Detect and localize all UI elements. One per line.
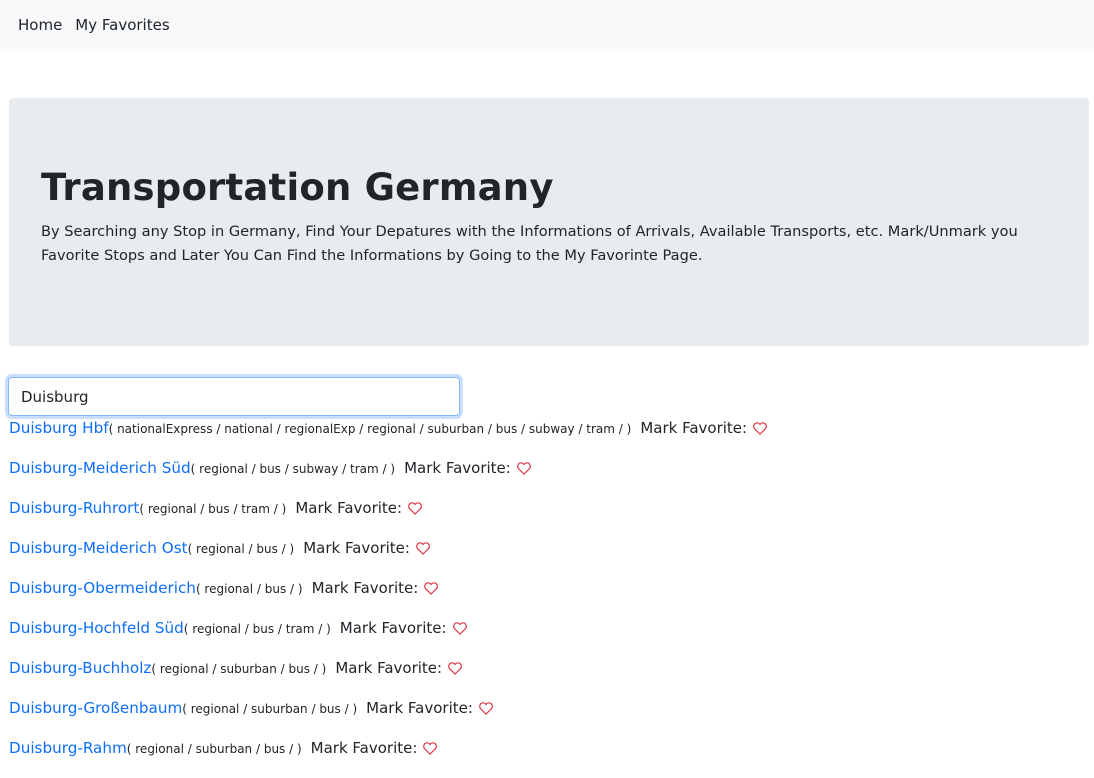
heart-outline-icon[interactable] bbox=[448, 660, 463, 675]
stop-name-link[interactable]: Duisburg-Obermeiderich bbox=[9, 579, 196, 597]
heart-outline-icon[interactable] bbox=[753, 420, 768, 435]
stop-name-link[interactable]: Duisburg-Rahm bbox=[9, 739, 127, 757]
heart-outline-icon[interactable] bbox=[516, 460, 531, 475]
stop-name-link[interactable]: Duisburg-Ruhrort bbox=[9, 499, 139, 517]
stop-name-link[interactable]: Duisburg-Meiderich Ost bbox=[9, 539, 188, 557]
page-description: By Searching any Stop in Germany, Find Y… bbox=[41, 223, 1018, 264]
mark-favorite-label: Mark Favorite: bbox=[310, 739, 418, 757]
mark-favorite-label: Mark Favorite: bbox=[339, 619, 447, 637]
transport-modes: ( regional / bus / subway / tram / ) bbox=[190, 462, 396, 476]
mark-favorite-label: Mark Favorite: bbox=[335, 659, 443, 677]
transport-modes: ( regional / suburban / bus / ) bbox=[151, 662, 327, 676]
transport-modes: ( nationalExpress / national / regionalE… bbox=[108, 422, 632, 436]
transport-modes: ( regional / suburban / bus / ) bbox=[126, 742, 302, 756]
mark-favorite-label: Mark Favorite: bbox=[640, 419, 748, 437]
page-title: Transportation Germany bbox=[41, 166, 554, 209]
mark-favorite-label: Mark Favorite: bbox=[404, 459, 511, 477]
heart-outline-icon[interactable] bbox=[424, 580, 439, 595]
transport-modes: ( regional / bus / tram / ) bbox=[183, 622, 331, 636]
nav-my-favorites-link[interactable]: My Favorites bbox=[75, 16, 169, 34]
result-item: Duisburg-Ruhrort( regional / bus / tram … bbox=[9, 498, 767, 538]
stop-name-link[interactable]: Duisburg-Meiderich Süd bbox=[9, 459, 191, 477]
transport-modes: ( regional / bus / ) bbox=[187, 542, 295, 556]
mark-favorite-label: Mark Favorite: bbox=[311, 579, 419, 597]
result-item: Duisburg-Buchholz( regional / suburban /… bbox=[9, 658, 767, 698]
result-item: Duisburg-Hochfeld Süd( regional / bus / … bbox=[9, 618, 767, 658]
result-item: Duisburg-Rahm( regional / suburban / bus… bbox=[9, 738, 767, 778]
transport-modes: ( regional / suburban / bus / ) bbox=[182, 702, 358, 716]
top-navbar: Home My Favorites bbox=[0, 0, 1094, 49]
transport-modes: ( regional / bus / tram / ) bbox=[139, 502, 287, 516]
result-item: Duisburg-Obermeiderich( regional / bus /… bbox=[9, 578, 767, 618]
transport-modes: ( regional / bus / ) bbox=[195, 582, 303, 596]
heart-outline-icon[interactable] bbox=[423, 740, 438, 755]
result-item: Duisburg-Meiderich Ost( regional / bus /… bbox=[9, 538, 767, 578]
stop-name-link[interactable]: Duisburg-Großenbaum bbox=[9, 699, 182, 717]
heart-outline-icon[interactable] bbox=[416, 540, 430, 555]
hero-banner: Transportation Germany By Searching any … bbox=[9, 98, 1089, 346]
search-container bbox=[8, 377, 460, 416]
stop-name-link[interactable]: Duisburg-Buchholz bbox=[9, 659, 151, 677]
heart-outline-icon[interactable] bbox=[408, 500, 423, 515]
result-item: Duisburg Hbf( nationalExpress / national… bbox=[9, 418, 768, 458]
mark-favorite-label: Mark Favorite: bbox=[303, 539, 410, 557]
nav-home-link[interactable]: Home bbox=[18, 16, 62, 34]
mark-favorite-label: Mark Favorite: bbox=[295, 499, 403, 517]
search-results-list: Duisburg Hbf( nationalExpress / national… bbox=[9, 418, 768, 778]
heart-outline-icon[interactable] bbox=[452, 620, 467, 635]
result-item: Duisburg-Meiderich Süd( regional / bus /… bbox=[9, 458, 767, 498]
stop-name-link[interactable]: Duisburg Hbf bbox=[9, 419, 109, 437]
mark-favorite-label: Mark Favorite: bbox=[366, 699, 473, 717]
heart-outline-icon[interactable] bbox=[478, 700, 493, 715]
stop-name-link[interactable]: Duisburg-Hochfeld Süd bbox=[9, 619, 184, 637]
result-item: Duisburg-Großenbaum( regional / suburban… bbox=[9, 698, 767, 738]
stop-search-input[interactable] bbox=[8, 377, 460, 416]
